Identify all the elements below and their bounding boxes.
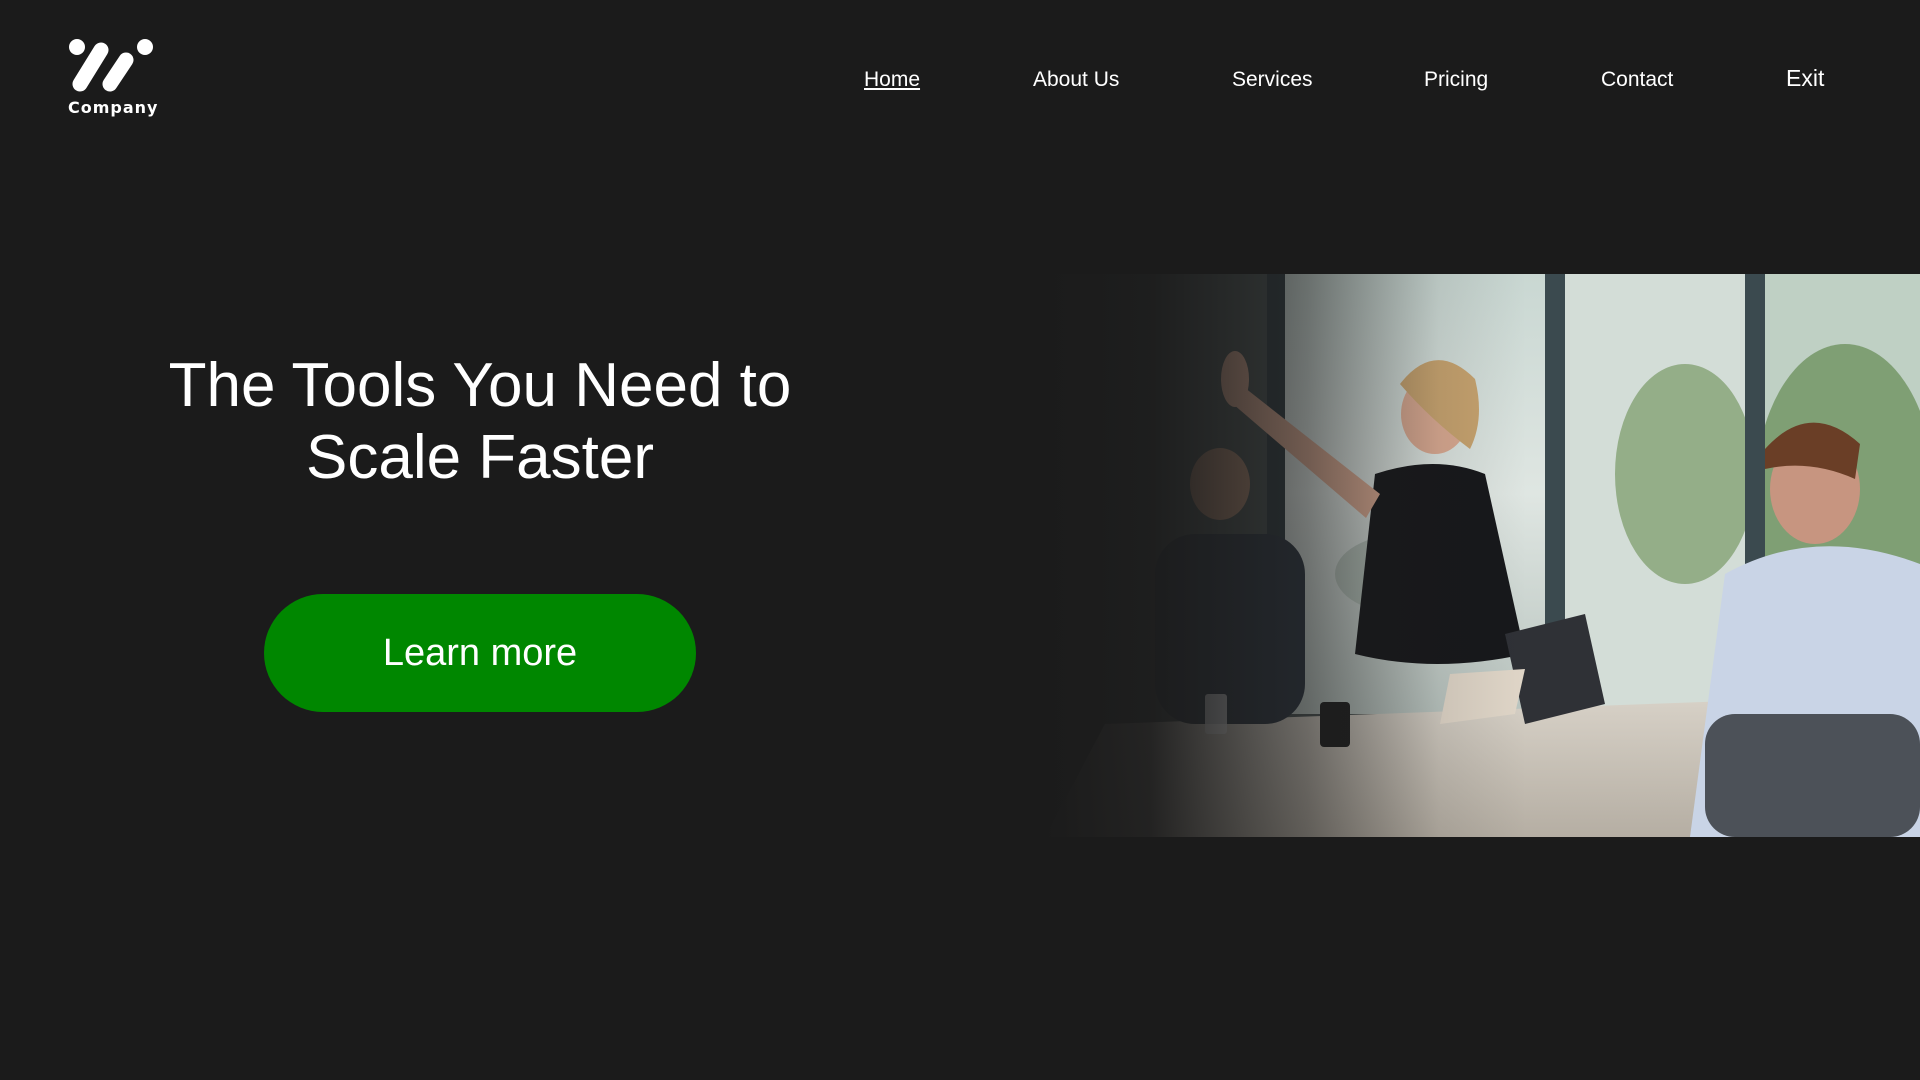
hero-title-line-1: The Tools You Need to xyxy=(168,351,792,420)
nav-item-pricing[interactable]: Pricing xyxy=(1424,64,1488,96)
nav-item-exit[interactable]: Exit xyxy=(1786,62,1824,94)
hero-title-line-2: Scale Faster xyxy=(305,423,655,492)
nav-item-contact[interactable]: Contact xyxy=(1601,64,1673,96)
nav-item-about-us[interactable]: About Us xyxy=(1033,64,1119,96)
hero-image xyxy=(1045,274,1920,837)
learn-more-button[interactable]: Learn more xyxy=(264,594,696,712)
office-team-photo xyxy=(1045,274,1920,837)
hero-title: The Tools You Need to Scale Faster xyxy=(130,350,830,494)
company-name: Company xyxy=(68,98,159,117)
page: Company Home About Us Services Pricing C… xyxy=(0,0,1920,1080)
nav-item-home[interactable]: Home xyxy=(864,64,920,96)
nav-item-services[interactable]: Services xyxy=(1232,64,1313,96)
main-nav: Home About Us Services Pricing Contact E… xyxy=(0,64,1920,98)
